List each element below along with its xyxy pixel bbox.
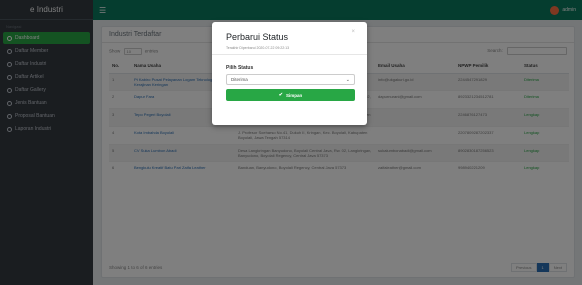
chevron-down-icon: ⌄: [345, 76, 350, 83]
modal-subtitle: Terakhir Diperbarui 2020-07-22 09:22:13: [226, 46, 290, 50]
status-select[interactable]: Diterima ⌄: [226, 74, 355, 85]
status-field-label: Pilih Status: [226, 65, 254, 71]
save-button-label: Simpan: [285, 92, 303, 98]
save-button[interactable]: ✔ Simpan: [226, 89, 355, 101]
close-icon[interactable]: ×: [351, 29, 355, 35]
update-status-modal: Perbarui Status × Terakhir Diperbarui 20…: [212, 22, 367, 125]
status-select-value: Diterima: [231, 77, 248, 82]
modal-title: Perbarui Status: [226, 32, 289, 42]
check-icon: ✔: [278, 92, 283, 98]
modal-divider: [212, 54, 367, 55]
